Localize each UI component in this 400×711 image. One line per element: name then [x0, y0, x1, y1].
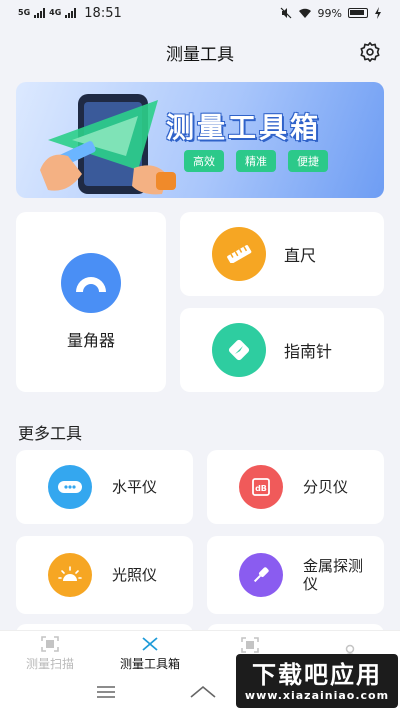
toolbox-icon — [142, 636, 158, 651]
tab-scan[interactable]: 测量扫描 — [0, 631, 100, 676]
ai-scan-icon — [241, 637, 259, 653]
level-label: 水平仪 — [112, 478, 158, 496]
gear-icon — [360, 42, 380, 62]
decibel-meter-card[interactable]: dB 分贝仪 — [207, 450, 384, 524]
ruler-card[interactable]: 直尺 — [180, 212, 384, 296]
page-title: 测量工具 — [166, 44, 234, 65]
metal-detector-label: 金属探测仪 — [303, 557, 364, 593]
charging-icon — [375, 7, 381, 19]
metal-detector-card[interactable]: 金属探测仪 — [207, 536, 384, 614]
status-bar: 5G 4G 18:51 99% — [0, 0, 400, 26]
protractor-label: 量角器 — [66, 331, 115, 350]
settings-button[interactable] — [358, 40, 382, 64]
status-left: 5G 4G 18:51 — [18, 6, 122, 21]
status-time: 18:51 — [84, 5, 122, 21]
banner-tag: 高效 — [184, 150, 224, 172]
menu-button[interactable] — [96, 684, 116, 703]
light-meter-label: 光照仪 — [112, 566, 158, 584]
top-bar: 测量工具 — [0, 32, 400, 72]
banner-illustration — [40, 94, 176, 195]
level-icon — [48, 465, 92, 509]
more-tools-heading: 更多工具 — [18, 424, 83, 443]
decibel-icon: dB — [239, 465, 283, 509]
banner-tags: 高效 精准 便捷 — [184, 150, 328, 172]
watermark-url: www.xiazainiao.com — [244, 688, 390, 702]
network-5g-label: 5G — [18, 8, 31, 17]
network-4g-label: 4G — [49, 8, 62, 17]
scan-icon — [41, 635, 59, 652]
protractor-icon — [61, 253, 121, 313]
tab-toolbox-label: 测量工具箱 — [119, 656, 180, 671]
mute-icon — [280, 7, 291, 19]
ruler-label: 直尺 — [284, 246, 317, 265]
signal-icon — [34, 8, 46, 18]
compass-card[interactable]: 指南针 — [180, 308, 384, 392]
home-icon — [190, 685, 216, 698]
tab-toolbox[interactable]: 测量工具箱 — [100, 631, 200, 676]
light-meter-icon — [48, 553, 92, 597]
status-right: 99% — [280, 7, 382, 20]
protractor-card[interactable]: 量角器 — [16, 212, 166, 392]
svg-text:dB: dB — [255, 484, 267, 493]
promo-banner[interactable]: 测量工具箱 高效 精准 便捷 — [16, 82, 384, 198]
banner-tag: 精准 — [236, 150, 276, 172]
battery-percent: 99% — [317, 6, 342, 20]
signal-icon-2 — [65, 8, 77, 18]
metal-detector-icon — [239, 553, 283, 597]
menu-icon — [97, 686, 116, 698]
level-card[interactable]: 水平仪 — [16, 450, 193, 524]
home-button[interactable] — [189, 684, 217, 703]
compass-label: 指南针 — [284, 342, 333, 361]
compass-icon — [212, 323, 266, 377]
light-meter-card[interactable]: 光照仪 — [16, 536, 193, 614]
battery-icon — [348, 8, 368, 18]
ruler-icon — [212, 227, 266, 281]
banner-tag: 便捷 — [288, 150, 328, 172]
decibel-label: 分贝仪 — [303, 478, 349, 496]
banner-title: 测量工具箱 — [166, 111, 322, 144]
wifi-icon — [298, 8, 311, 18]
tab-scan-label: 测量扫描 — [25, 656, 74, 671]
watermark-main-text: 下载吧应用 — [252, 660, 382, 689]
site-watermark-logo: 下载吧应用 www.xiazainiao.com — [236, 654, 398, 708]
